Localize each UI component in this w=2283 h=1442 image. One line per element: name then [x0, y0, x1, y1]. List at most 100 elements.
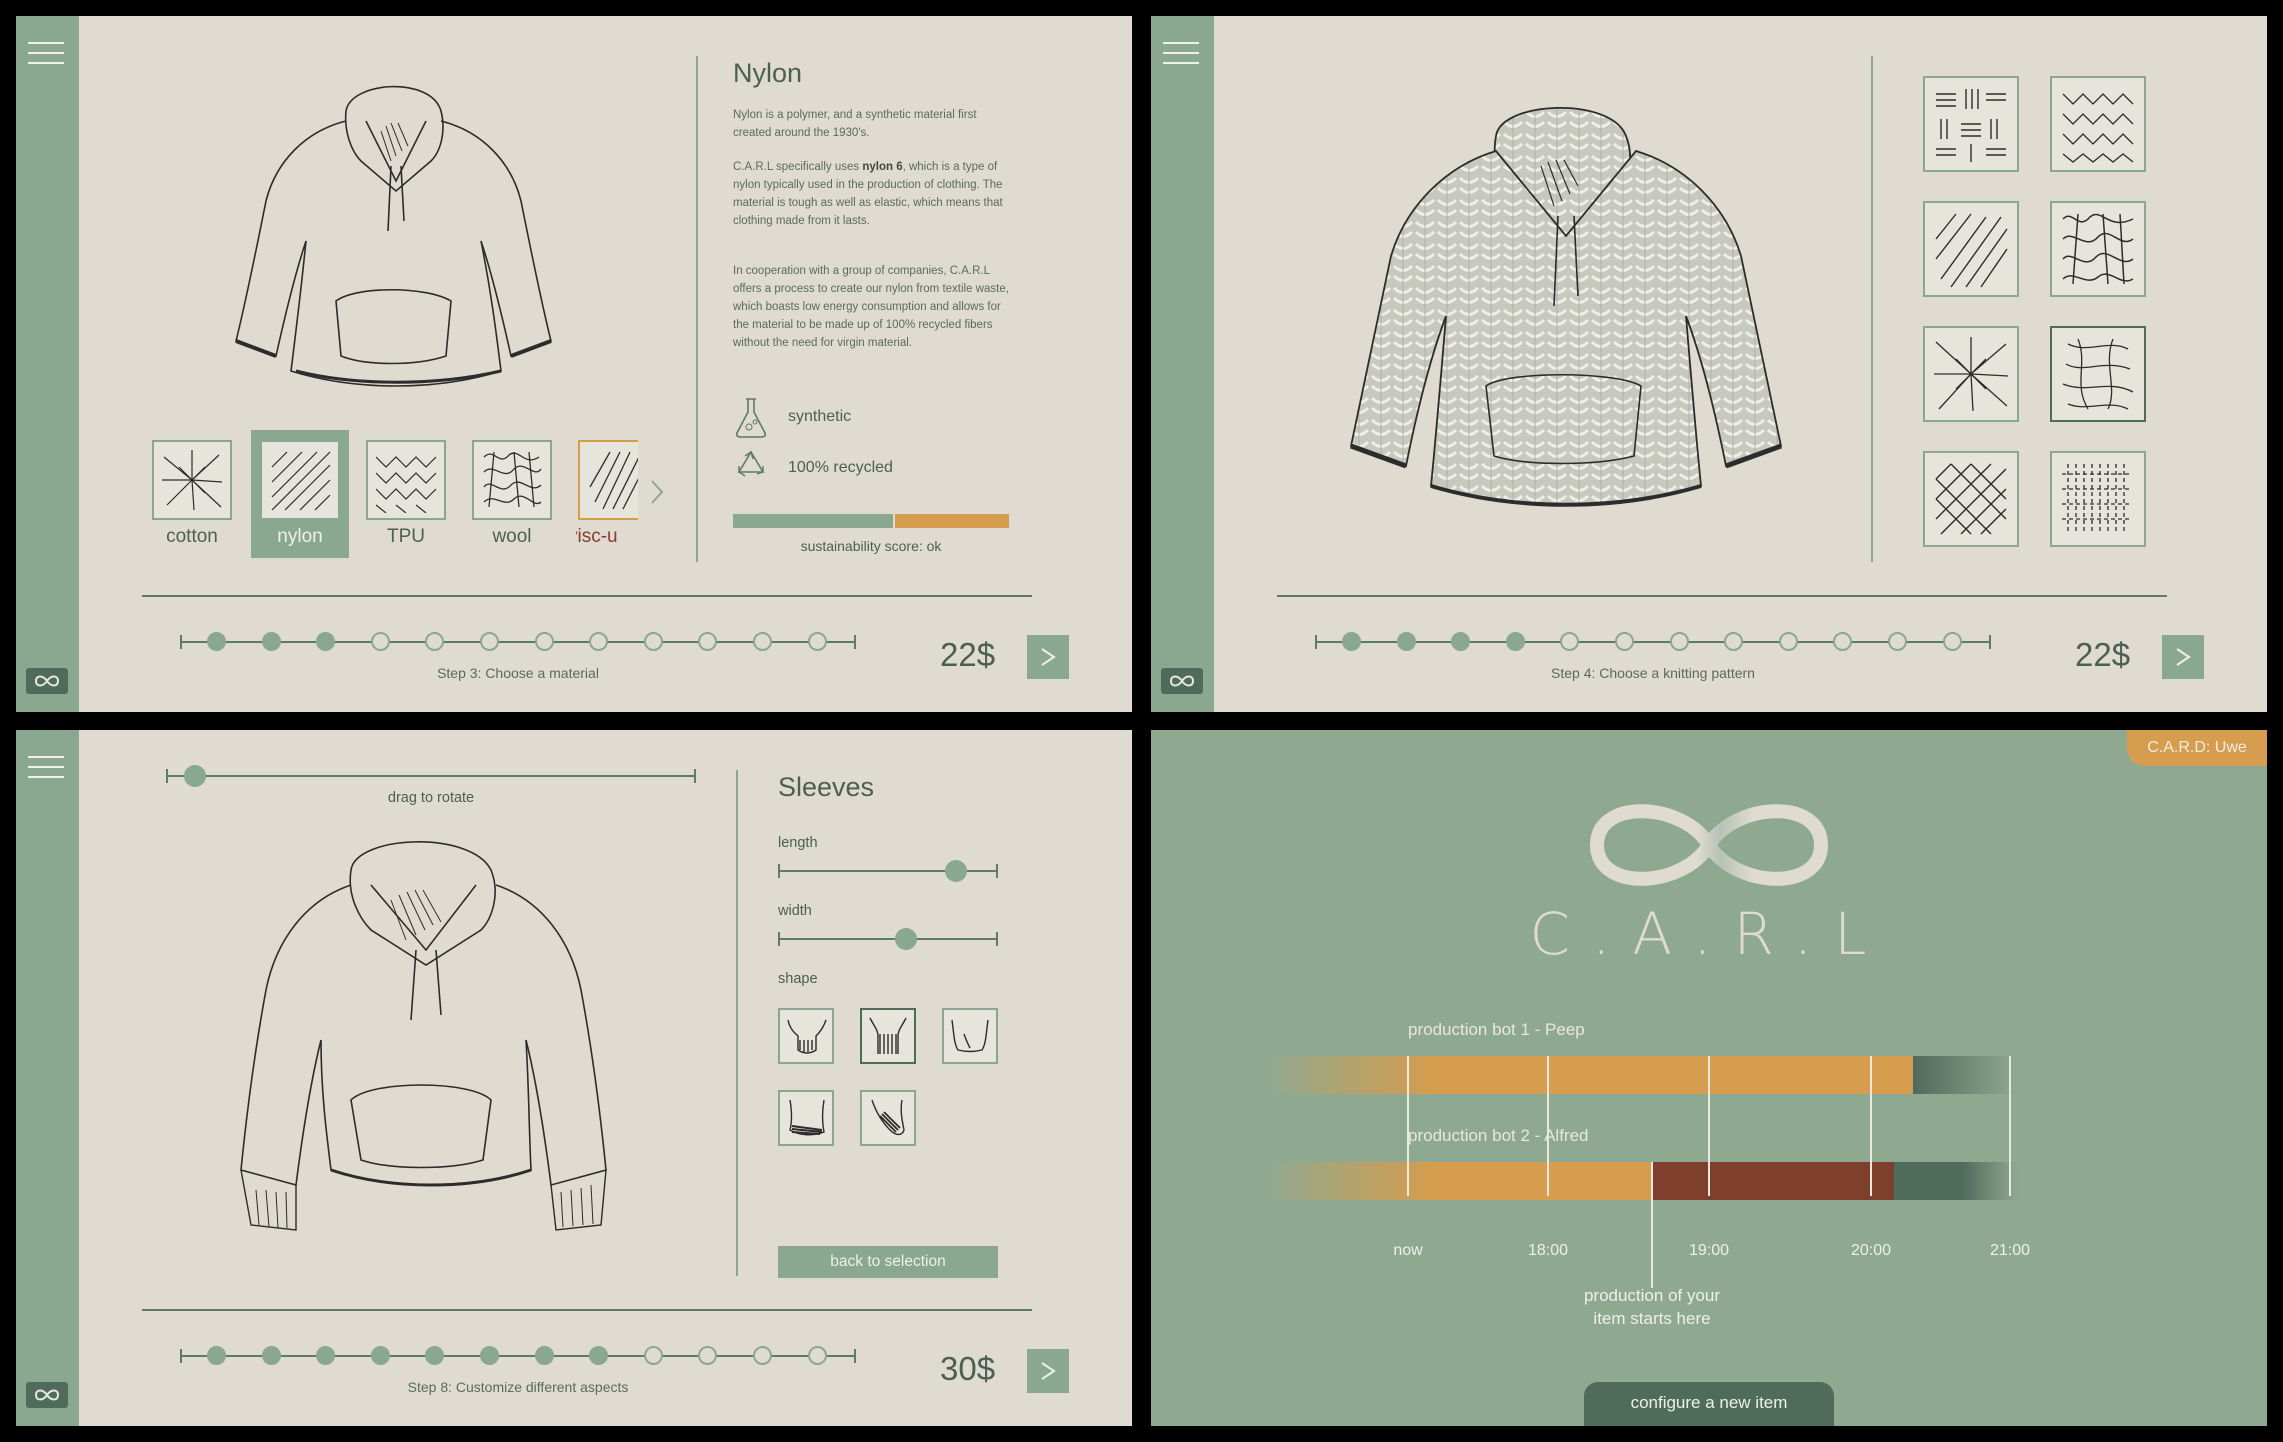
progress-step-dot[interactable]	[698, 1346, 717, 1365]
progress-step-dot[interactable]	[480, 632, 499, 651]
progress-tick	[180, 1349, 182, 1363]
menu-icon[interactable]	[1163, 40, 1199, 66]
progress-step-dot[interactable]	[589, 1346, 608, 1365]
cuff-shape-option-selected[interactable]	[860, 1008, 916, 1064]
material-swatch-nylon[interactable]	[260, 440, 340, 520]
width-label: width	[778, 903, 812, 919]
bot2-your-item-block	[1652, 1162, 1894, 1200]
progress-step-dot[interactable]	[1888, 632, 1907, 651]
progress-step-dot[interactable]	[1506, 632, 1525, 651]
property-synthetic: synthetic	[788, 408, 852, 425]
pattern-option-selected[interactable]	[2050, 326, 2146, 422]
progress-step-dot[interactable]	[589, 632, 608, 651]
progress-step-dot[interactable]	[1670, 632, 1689, 651]
material-swatch-viscose[interactable]	[578, 440, 638, 520]
next-button[interactable]	[1027, 635, 1069, 679]
material-label-visc[interactable]: visc-u	[576, 526, 638, 548]
cuff-shape-option[interactable]	[778, 1008, 834, 1064]
progress-step-dot[interactable]	[480, 1346, 499, 1365]
progress-step-dot[interactable]	[207, 1346, 226, 1365]
progress-step-dot[interactable]	[1560, 632, 1579, 651]
progress-step-dot[interactable]	[1943, 632, 1962, 651]
cuff-shape-option[interactable]	[778, 1090, 834, 1146]
sustainability-label: sustainability score: ok	[800, 538, 942, 554]
material-item-visc[interactable]: visc-u	[576, 438, 638, 562]
length-slider-knob[interactable]	[945, 860, 967, 882]
progress-tick	[1315, 635, 1317, 649]
progress-step-dot[interactable]	[262, 1346, 281, 1365]
material-label-tpu[interactable]: TPU	[356, 526, 456, 548]
rotate-slider-knob[interactable]	[184, 765, 206, 787]
slider-tick	[996, 932, 998, 946]
next-button[interactable]	[2162, 635, 2204, 679]
material-label-nylon[interactable]: nylon	[250, 526, 350, 548]
material-swatch-cotton[interactable]	[152, 440, 232, 520]
progress-step-dot[interactable]	[371, 1346, 390, 1365]
next-button[interactable]	[1027, 1349, 1069, 1393]
progress-step-dot[interactable]	[535, 1346, 554, 1365]
progress-step-dot[interactable]	[1451, 632, 1470, 651]
progress-step-dot[interactable]	[371, 632, 390, 651]
pattern-option[interactable]	[1923, 76, 2019, 172]
progress-step-dot[interactable]	[425, 1346, 444, 1365]
progress-step-dot[interactable]	[698, 632, 717, 651]
infinity-logo-icon	[1589, 804, 1829, 886]
progress-step-dot[interactable]	[1342, 632, 1361, 651]
divider	[1871, 56, 1873, 562]
progress-step-dot[interactable]	[1779, 632, 1798, 651]
progress-step-dot[interactable]	[207, 632, 226, 651]
progress-step-dot[interactable]	[1833, 632, 1852, 651]
progress-step-dot[interactable]	[644, 1346, 663, 1365]
card-user-tag[interactable]: C.A.R.D: Uwe	[2127, 730, 2267, 766]
material-title: Nylon	[733, 58, 803, 88]
progress-step-dot[interactable]	[1724, 632, 1743, 651]
progress-step-dot[interactable]	[316, 1346, 335, 1365]
back-to-selection-button[interactable]: back to selection	[778, 1246, 998, 1278]
progress-step-dot[interactable]	[535, 632, 554, 651]
progress-step-dot[interactable]	[316, 632, 335, 651]
divider	[736, 770, 738, 1276]
infinity-logo-icon[interactable]	[26, 668, 68, 694]
time-gridline	[1870, 1056, 1872, 1196]
pattern-option[interactable]	[1923, 451, 2019, 547]
divider	[1277, 595, 2167, 597]
progress-step-dot[interactable]	[808, 632, 827, 651]
length-label: length	[778, 835, 818, 851]
progress-step-dot[interactable]	[644, 632, 663, 651]
infinity-logo-icon[interactable]	[26, 1382, 68, 1408]
progress-step-dot[interactable]	[753, 1346, 772, 1365]
progress-step-dot[interactable]	[1397, 632, 1416, 651]
menu-icon[interactable]	[28, 754, 64, 780]
sidebar	[16, 730, 79, 1426]
material-swatch-tpu[interactable]	[366, 440, 446, 520]
material-label-cotton[interactable]: cotton	[142, 526, 242, 548]
material-screen: Nylon Nylon is a polymer, and a syntheti…	[16, 16, 1132, 712]
time-gridline	[1547, 1056, 1549, 1196]
time-label: 18:00	[1527, 1242, 1569, 1259]
progress-step-dot[interactable]	[1615, 632, 1634, 651]
material-label-wool[interactable]: wool	[462, 526, 562, 548]
progress-step-dot[interactable]	[425, 632, 444, 651]
time-gridline	[1708, 1056, 1710, 1196]
material-swatch-wool[interactable]	[472, 440, 552, 520]
pattern-option[interactable]	[1923, 201, 2019, 297]
menu-icon[interactable]	[28, 40, 64, 66]
slider-tick	[996, 864, 998, 878]
time-label: 20:00	[1850, 1242, 1892, 1259]
pattern-option[interactable]	[2050, 451, 2146, 547]
bot1-label: production bot 1 - Peep	[1408, 1020, 1585, 1039]
width-slider-knob[interactable]	[895, 928, 917, 950]
cuff-shape-option[interactable]	[860, 1090, 916, 1146]
configure-new-item-button[interactable]: configure a new item	[1584, 1382, 1834, 1426]
divider	[142, 595, 1032, 597]
progress-step-dot[interactable]	[808, 1346, 827, 1365]
progress-step-dot[interactable]	[262, 632, 281, 651]
pattern-option[interactable]	[2050, 201, 2146, 297]
infinity-logo-icon[interactable]	[1161, 668, 1203, 694]
hoodie-sketch-rotated	[240, 841, 607, 1231]
progress-step-dot[interactable]	[753, 632, 772, 651]
pattern-option[interactable]	[2050, 76, 2146, 172]
pattern-option[interactable]	[1923, 326, 2019, 422]
cuff-shape-option[interactable]	[942, 1008, 998, 1064]
chevron-right-icon[interactable]	[649, 478, 665, 506]
